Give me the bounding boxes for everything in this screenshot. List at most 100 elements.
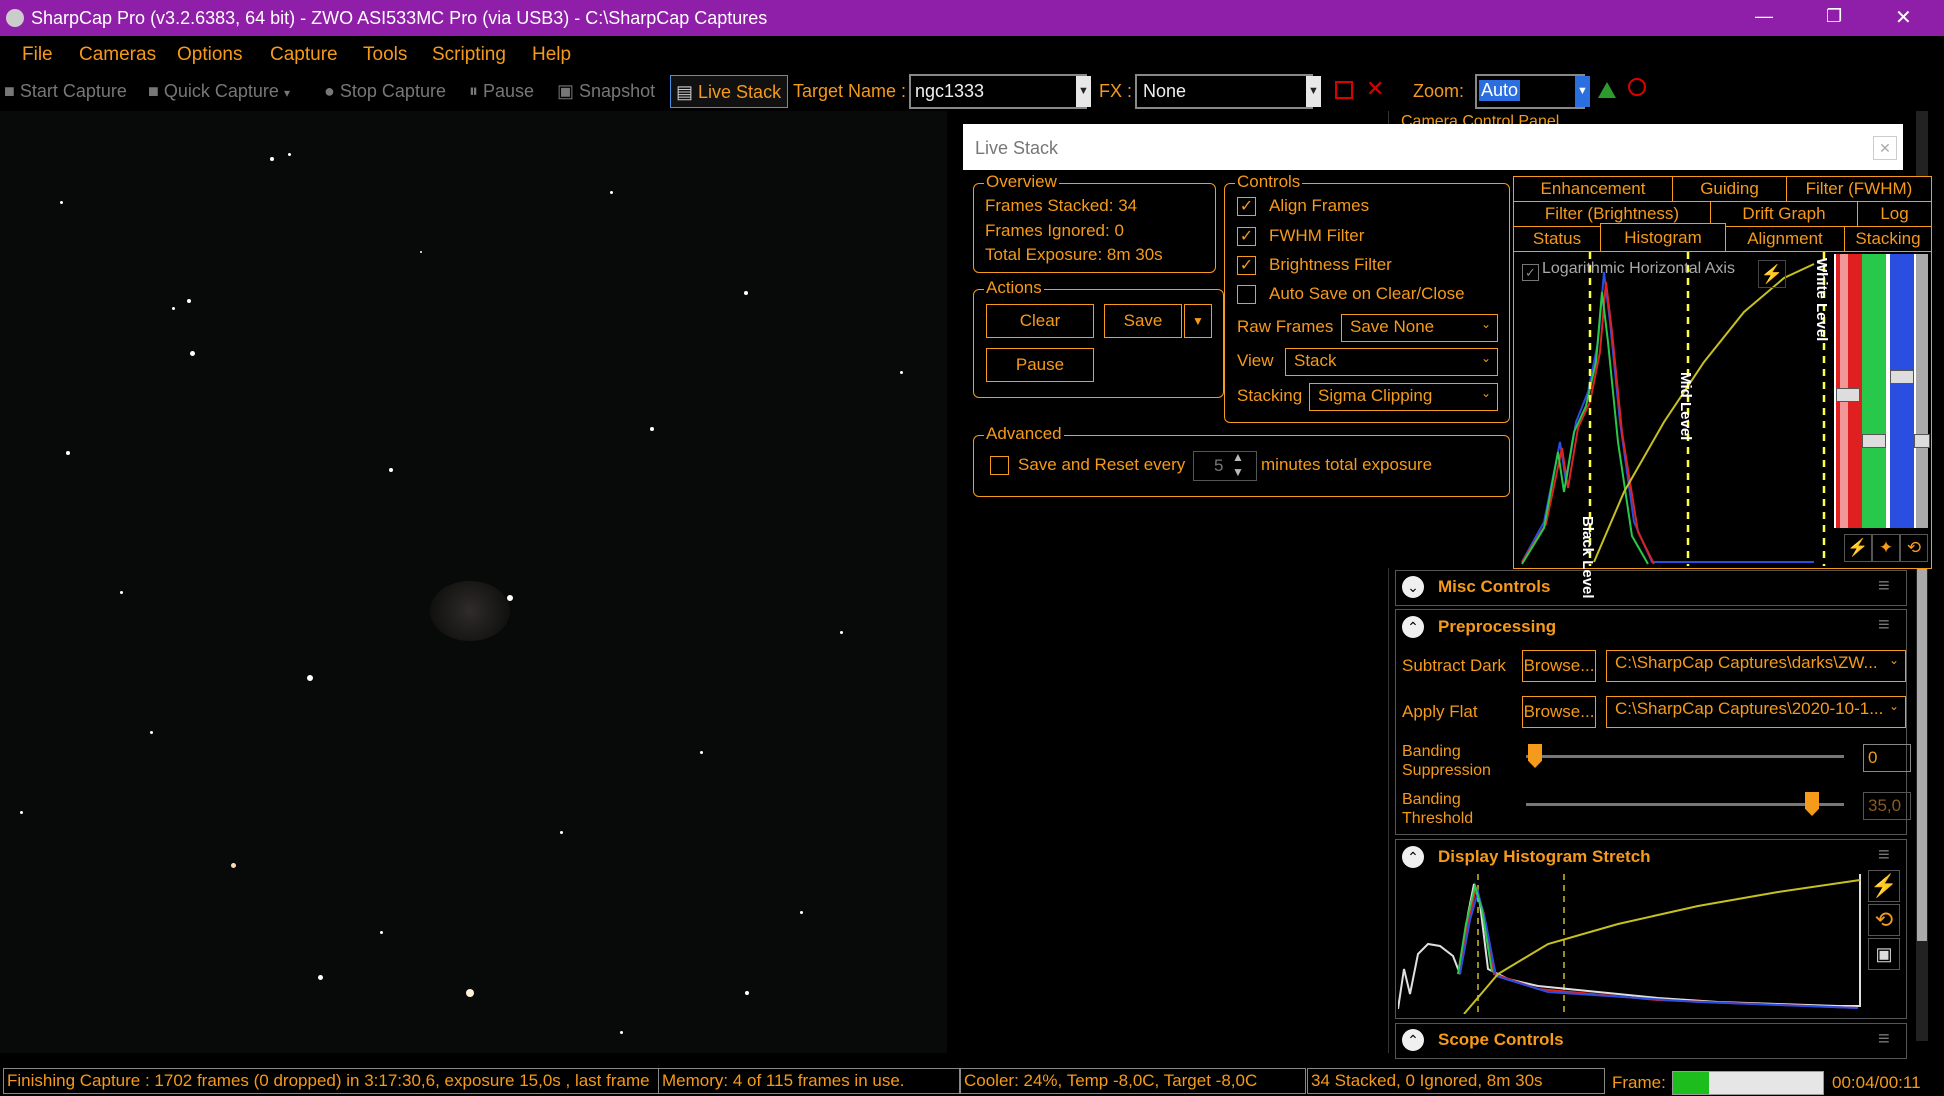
brightness-filter-checkbox[interactable]: ✓: [1237, 256, 1256, 275]
snapshot-button[interactable]: ▣ Snapshot: [557, 81, 655, 102]
blue-slider-thumb[interactable]: [1890, 370, 1914, 384]
save-dropdown-button[interactable]: ▼: [1184, 304, 1212, 338]
stacking-select[interactable]: Sigma Clipping ⌄: [1309, 383, 1498, 411]
browse-dark-button[interactable]: Browse...: [1522, 650, 1596, 682]
target-name-input[interactable]: ngc1333: [909, 74, 1087, 109]
reset-icon[interactable]: ⟲: [1900, 534, 1928, 562]
minutes-stepper[interactable]: 5 ▲ ▼: [1193, 450, 1257, 481]
fx-select[interactable]: None: [1135, 74, 1313, 109]
log-axis-checkbox[interactable]: ✓: [1522, 264, 1539, 281]
menu-tools[interactable]: Tools: [363, 44, 407, 66]
fx-label: FX :: [1099, 81, 1133, 101]
target-dropdown-button[interactable]: ▼: [1076, 76, 1091, 107]
auto-save-checkbox[interactable]: [1237, 285, 1256, 304]
stepper-up-icon[interactable]: ▲: [1232, 450, 1244, 464]
frames-stacked: Frames Stacked: 34: [985, 196, 1138, 215]
banding-suppression-thumb[interactable]: [1528, 744, 1542, 768]
browse-flat-button[interactable]: Browse...: [1522, 696, 1596, 728]
histogram-icon[interactable]: [1598, 82, 1616, 98]
stack-histogram-graph[interactable]: [1514, 252, 1834, 566]
banding-threshold-input[interactable]: 35,0: [1863, 792, 1911, 820]
menu-options[interactable]: Options: [177, 44, 242, 66]
align-frames-checkbox[interactable]: ✓: [1237, 197, 1256, 216]
lum-slider-thumb[interactable]: [1914, 434, 1930, 448]
display-histogram-graph[interactable]: [1398, 874, 1864, 1014]
star: [389, 468, 393, 472]
fwhm-filter-checkbox[interactable]: ✓: [1237, 227, 1256, 246]
fx-dropdown-button[interactable]: ▼: [1306, 76, 1321, 107]
menu-icon[interactable]: ≡: [1878, 844, 1890, 867]
banding-suppression-slider[interactable]: [1526, 755, 1844, 758]
collapse-icon[interactable]: ⌃: [1402, 616, 1424, 638]
tab-stacking[interactable]: Stacking: [1844, 226, 1932, 252]
raw-frames-select[interactable]: Save None ⌄: [1341, 314, 1498, 342]
menu-icon[interactable]: ≡: [1878, 614, 1890, 637]
save-icon[interactable]: ▣: [1868, 938, 1900, 970]
banding-threshold-slider[interactable]: [1526, 803, 1844, 806]
star: [187, 299, 191, 303]
reset-icon[interactable]: ⟲: [1868, 904, 1900, 936]
tab-histogram[interactable]: Histogram: [1600, 223, 1726, 252]
banding-threshold-thumb[interactable]: [1805, 792, 1819, 816]
misc-controls-section[interactable]: ⌄ Misc Controls ≡: [1395, 570, 1907, 606]
blue-slider-track[interactable]: [1890, 254, 1914, 528]
tab-alignment[interactable]: Alignment: [1725, 226, 1845, 252]
banding-suppression-input[interactable]: 0: [1863, 744, 1911, 772]
green-slider-track[interactable]: [1862, 254, 1886, 528]
red-slider-thumb[interactable]: [1836, 388, 1860, 402]
expand-icon[interactable]: ⌄: [1402, 576, 1424, 598]
save-button[interactable]: Save: [1104, 304, 1182, 338]
menu-scripting[interactable]: Scripting: [432, 44, 506, 66]
lightning-icon[interactable]: ⚡: [1868, 870, 1900, 902]
zoom-label: Zoom:: [1413, 81, 1465, 101]
pause-stack-button[interactable]: Pause: [986, 348, 1094, 382]
lum-slider-track[interactable]: [1916, 254, 1928, 528]
quick-capture-button[interactable]: ■ Quick Capture ▾: [148, 81, 290, 102]
zoom-select[interactable]: Auto: [1475, 74, 1585, 109]
start-capture-button[interactable]: ■ Start Capture: [4, 81, 127, 102]
stepper-down-icon[interactable]: ▼: [1232, 465, 1244, 479]
scrollbar-thumb[interactable]: [1917, 521, 1927, 941]
tab-filter-fwhm[interactable]: Filter (FWHM): [1786, 176, 1932, 202]
tab-enhancement[interactable]: Enhancement: [1513, 176, 1673, 202]
flat-path-select[interactable]: C:\SharpCap Captures\2020-10-1... ⌄: [1606, 696, 1906, 728]
actions-group: Actions Clear Save ▼ Pause: [973, 278, 1224, 398]
tab-drift-graph[interactable]: Drift Graph: [1710, 201, 1858, 227]
stop-capture-button[interactable]: ● Stop Capture: [324, 81, 446, 102]
minimize-button[interactable]: —: [1755, 6, 1773, 27]
dark-path-select[interactable]: C:\SharpCap Captures\darks\ZW... ⌄: [1606, 650, 1906, 682]
quick-capture-label: Quick Capture: [163, 81, 279, 101]
menu-capture[interactable]: Capture: [270, 44, 338, 66]
menu-help[interactable]: Help: [532, 44, 571, 66]
menu-file[interactable]: File: [22, 44, 53, 66]
zoom-magnifier-icon[interactable]: [1628, 78, 1646, 96]
live-stack-button[interactable]: ▤ Live Stack: [670, 75, 788, 108]
target-name-label: Target Name :: [793, 81, 907, 101]
menu-icon[interactable]: ≡: [1878, 1028, 1890, 1051]
restore-button[interactable]: ❐: [1826, 6, 1842, 27]
snapshot-label: Snapshot: [579, 81, 656, 101]
lightning-icon[interactable]: ⚡: [1758, 260, 1786, 288]
collapse-icon[interactable]: ⌃: [1402, 1029, 1424, 1051]
menu-cameras[interactable]: Cameras: [79, 44, 156, 66]
close-icon[interactable]: ✕: [1873, 136, 1897, 160]
stack-status: 34 Stacked, 0 Ignored, 8m 30s: [1307, 1068, 1605, 1094]
clear-button[interactable]: Clear: [986, 304, 1094, 338]
menu-icon[interactable]: ≡: [1878, 575, 1890, 598]
star-icon[interactable]: ✦: [1872, 534, 1900, 562]
scope-controls-section[interactable]: ⌃ Scope Controls ≡: [1395, 1023, 1907, 1059]
close-button[interactable]: ✕: [1895, 5, 1912, 30]
green-slider-thumb[interactable]: [1862, 434, 1886, 448]
save-reset-checkbox[interactable]: [990, 456, 1009, 475]
tab-status[interactable]: Status: [1513, 226, 1601, 252]
view-select[interactable]: Stack ⌄: [1285, 348, 1498, 376]
pause-button[interactable]: ⏸ Pause: [469, 81, 534, 102]
tab-guiding[interactable]: Guiding: [1672, 176, 1787, 202]
image-preview[interactable]: [0, 111, 947, 1053]
fx-clear-icon[interactable]: ✕: [1366, 76, 1384, 102]
collapse-icon[interactable]: ⌃: [1402, 846, 1424, 868]
zoom-dropdown-button[interactable]: ▼: [1575, 76, 1590, 107]
lightning-icon[interactable]: ⚡: [1844, 534, 1872, 562]
tab-log[interactable]: Log: [1857, 201, 1932, 227]
fx-select-area-icon[interactable]: [1335, 81, 1353, 99]
